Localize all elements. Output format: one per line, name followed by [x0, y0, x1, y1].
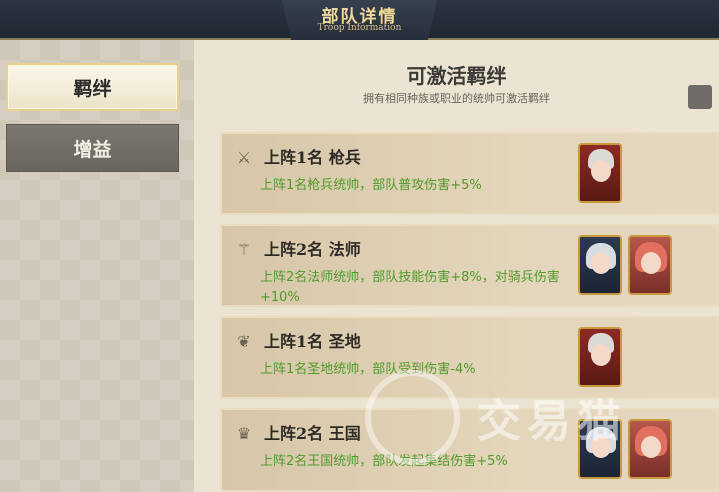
tab-buffs[interactable]: 增益 [6, 124, 179, 172]
bond-card-holyland[interactable]: ❦ 上阵1名 圣地 上阵1名圣地统帅，部队受到伤害-4% [220, 316, 719, 399]
commander-portrait[interactable] [628, 235, 672, 295]
face-shape [591, 344, 611, 366]
commander-portrait[interactable] [628, 419, 672, 479]
bond-card-spearman[interactable]: ⚔ 上阵1名 枪兵 上阵1名枪兵统帅，部队普攻伤害+5% [220, 132, 719, 215]
bond-description: 上阵1名圣地统帅，部队受到伤害-4% [260, 362, 476, 377]
bond-title: 上阵1名 枪兵 [264, 148, 361, 167]
bonds-heading: 可激活羁绊 [406, 64, 507, 88]
bond-description: 上阵2名法师统帅，部队技能伤害+8%，对骑兵伤害+10% [260, 270, 560, 305]
commander-portrait[interactable] [578, 143, 622, 203]
bond-title: 上阵2名 王国 [264, 424, 361, 443]
spear-icon: ⚔ [236, 148, 252, 167]
face-shape [641, 252, 661, 274]
staff-icon: ⚚ [236, 240, 252, 259]
bond-title: 上阵2名 法师 [264, 240, 361, 259]
bond-description: 上阵2名王国统帅，部队发起集结伤害+5% [260, 454, 508, 469]
face-shape [641, 436, 661, 458]
sidebar: 羁绊 增益 [0, 40, 194, 492]
wings-icon: ❦ [237, 332, 251, 351]
bond-description: 上阵1名枪兵统帅，部队普攻伤害+5% [260, 178, 482, 193]
commander-portrait[interactable] [578, 327, 622, 387]
page-subtitle: Troop Information [317, 23, 402, 33]
commander-portrait[interactable] [578, 419, 622, 479]
crown-icon: ♛ [236, 424, 252, 443]
bond-card-mage[interactable]: ⚚ 上阵2名 法师 上阵2名法师统帅，部队技能伤害+8%，对骑兵伤害+10% [220, 224, 719, 307]
tab-bonds[interactable]: 羁绊 [6, 63, 179, 111]
info-button[interactable] [688, 85, 712, 109]
face-shape [591, 160, 611, 182]
bond-card-kingdom[interactable]: ♛ 上阵2名 王国 上阵2名王国统帅，部队发起集结伤害+5% [220, 408, 719, 492]
face-shape [591, 436, 611, 458]
commander-portrait[interactable] [578, 235, 622, 295]
bond-title: 上阵1名 圣地 [264, 332, 361, 351]
bonds-description: 拥有相同种族或职业的统帅可激活羁绊 [363, 92, 550, 105]
face-shape [591, 252, 611, 274]
